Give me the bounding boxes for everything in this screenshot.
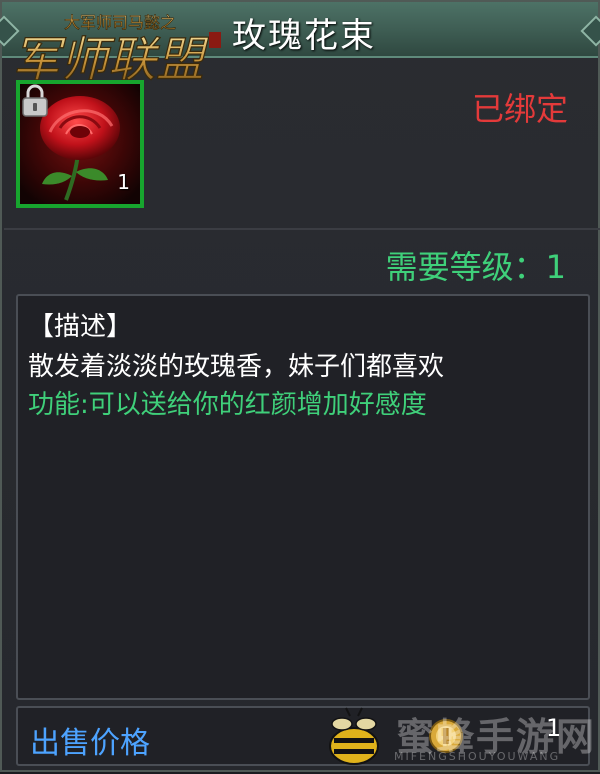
lock-icon (22, 84, 48, 117)
game-logo: 大军师司马懿之 军师联盟 (11, 13, 221, 89)
divider (4, 228, 600, 230)
required-level: 需要等级：1 (385, 248, 566, 286)
item-quantity: 1 (117, 170, 130, 194)
bound-status: 已绑定 (471, 90, 568, 128)
description-box: 【描述】 散发着淡淡的玫瑰香，妹子们都喜欢 功能:可以送给你的红颜增加好感度 (16, 294, 590, 700)
sell-price-label: 出售价格 (30, 726, 150, 761)
watermark: 蜜蜂手游网 MIFENGSHOUYOUWANG (324, 706, 600, 774)
description-heading: 【描述】 (28, 312, 133, 342)
item-tooltip-panel: 玫瑰花束 大军师司马懿之 军师联盟 1 已绑定 需要等级：1 【描述】 散发着淡… (0, 0, 600, 772)
item-icon-slot[interactable]: 1 (16, 80, 144, 208)
bee-logo-icon (329, 707, 379, 765)
description-text: 散发着淡淡的玫瑰香，妹子们都喜欢 (28, 352, 445, 382)
item-title: 玫瑰花束 (232, 16, 376, 56)
description-function: 功能:可以送给你的红颜增加好感度 (28, 390, 427, 420)
logo-subtitle: 大军师司马懿之 (64, 13, 176, 32)
watermark-subtext: MIFENGSHOUYOUWANG (394, 750, 561, 763)
header-corner-ornament-right (580, 15, 600, 47)
